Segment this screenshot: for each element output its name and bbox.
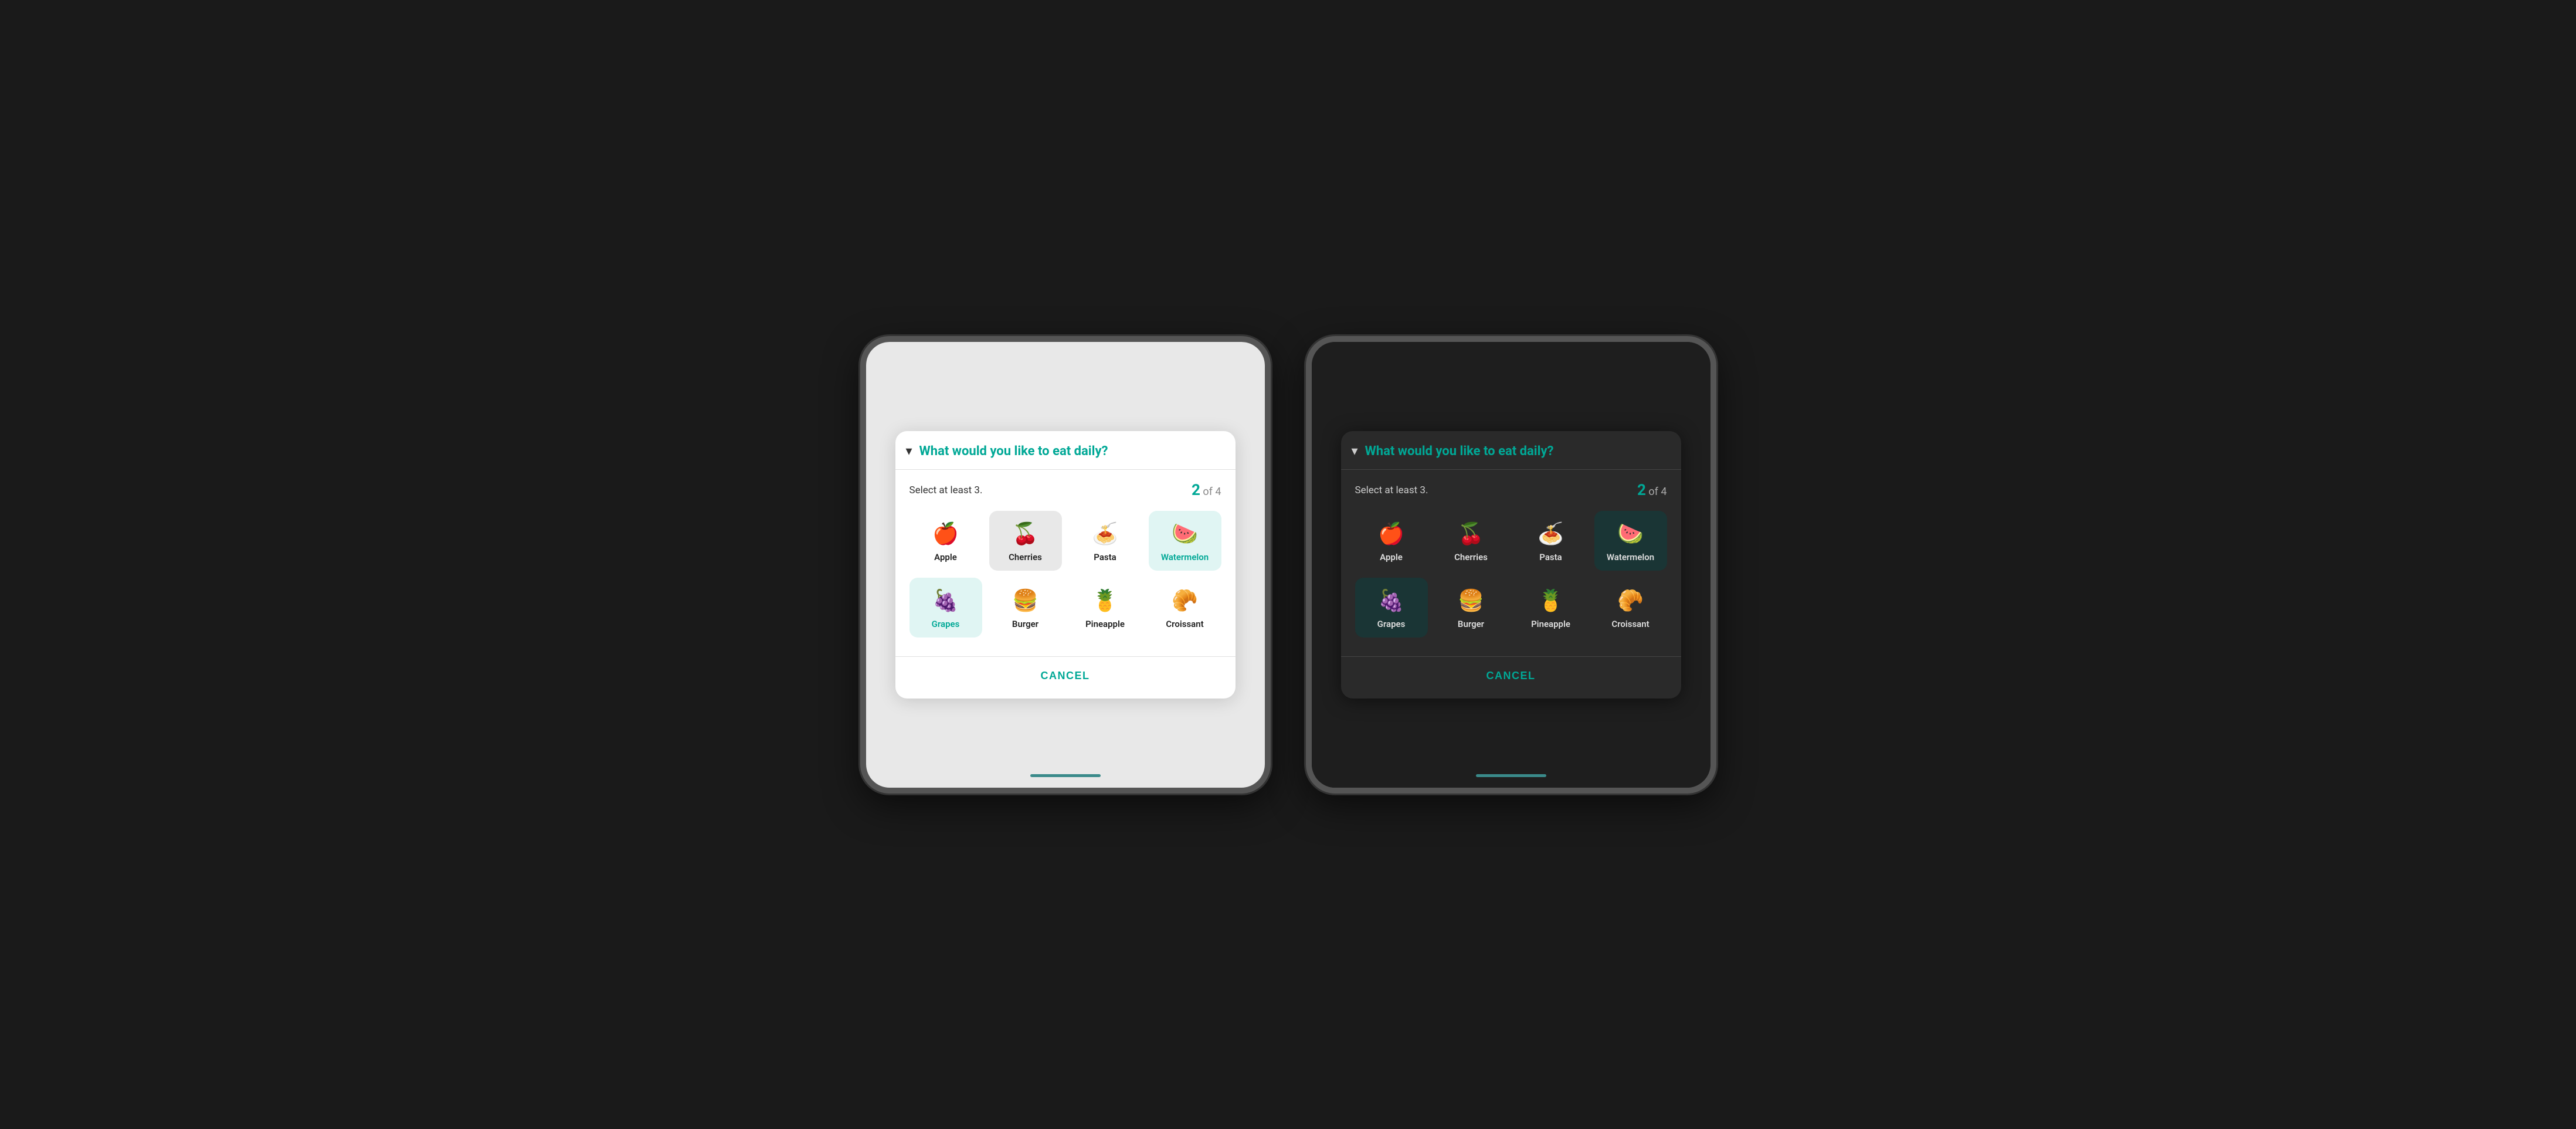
apple-label-dark: Apple [1380, 552, 1403, 562]
pineapple-label-dark: Pineapple [1531, 619, 1570, 629]
dialog-footer-light: CANCEL [895, 656, 1236, 699]
pineapple-label-light: Pineapple [1085, 619, 1125, 629]
grapes-icon-light: 🍇 [932, 588, 959, 613]
watermelon-label-dark: Watermelon [1607, 552, 1654, 562]
apple-icon-dark: 🍎 [1378, 521, 1404, 546]
food-item-watermelon-dark[interactable]: 🍉 Watermelon [1594, 511, 1667, 571]
burger-icon-dark: 🍔 [1458, 588, 1484, 613]
light-dialog: ▾ What would you like to eat daily? Sele… [895, 431, 1236, 699]
dark-phone-frame: ▾ What would you like to eat daily? Sele… [1306, 336, 1716, 794]
food-item-burger-light[interactable]: 🍔 Burger [989, 578, 1062, 638]
pasta-label-light: Pasta [1094, 552, 1116, 562]
selection-info-light: Select at least 3. 2 of 4 [909, 482, 1221, 499]
food-item-pineapple-dark[interactable]: 🍍 Pineapple [1515, 578, 1587, 638]
food-grid-light: 🍎 Apple 🍒 Cherries 🍝 Pasta [909, 511, 1221, 638]
food-item-pineapple-light[interactable]: 🍍 Pineapple [1069, 578, 1142, 638]
food-item-croissant-light[interactable]: 🥐 Croissant [1149, 578, 1221, 638]
dialog-header-light: ▾ What would you like to eat daily? [895, 431, 1236, 469]
food-item-watermelon-light[interactable]: 🍉 Watermelon [1149, 511, 1221, 571]
light-phone-frame: ▾ What would you like to eat daily? Sele… [860, 336, 1271, 794]
selection-hint-light: Select at least 3. [909, 484, 983, 496]
grapes-label-light: Grapes [932, 619, 960, 629]
apple-label-light: Apple [934, 552, 957, 562]
dark-phone-screen: ▾ What would you like to eat daily? Sele… [1312, 342, 1710, 788]
chevron-down-icon[interactable]: ▾ [906, 444, 912, 459]
burger-label-dark: Burger [1458, 619, 1484, 629]
croissant-label-light: Croissant [1166, 619, 1203, 629]
pineapple-icon-dark: 🍍 [1538, 588, 1564, 613]
cherries-label-light: Cherries [1009, 552, 1042, 562]
burger-label-light: Burger [1012, 619, 1038, 629]
selection-count-dark: 2 of 4 [1637, 482, 1667, 499]
light-phone-screen: ▾ What would you like to eat daily? Sele… [866, 342, 1265, 788]
food-item-cherries-light[interactable]: 🍒 Cherries [989, 511, 1062, 571]
food-item-pasta-light[interactable]: 🍝 Pasta [1069, 511, 1142, 571]
dark-dialog: ▾ What would you like to eat daily? Sele… [1341, 431, 1681, 699]
food-item-croissant-dark[interactable]: 🥐 Croissant [1594, 578, 1667, 638]
count-of-dark: of 4 [1646, 486, 1667, 498]
selection-info-dark: Select at least 3. 2 of 4 [1355, 482, 1667, 499]
dialog-header-dark: ▾ What would you like to eat daily? [1341, 431, 1681, 469]
food-item-grapes-dark[interactable]: 🍇 Grapes [1355, 578, 1428, 638]
food-item-burger-dark[interactable]: 🍔 Burger [1435, 578, 1508, 638]
cancel-button-light[interactable]: CANCEL [1027, 665, 1104, 687]
dialog-title-light: What would you like to eat daily? [919, 444, 1108, 459]
burger-icon-light: 🍔 [1012, 588, 1038, 613]
count-number-light: 2 [1192, 482, 1200, 499]
food-item-cherries-dark[interactable]: 🍒 Cherries [1435, 511, 1508, 571]
dialog-body-light: Select at least 3. 2 of 4 🍎 Apple [895, 470, 1236, 653]
food-item-apple-dark[interactable]: 🍎 Apple [1355, 511, 1428, 571]
dark-phone: ▾ What would you like to eat daily? Sele… [1306, 336, 1716, 794]
watermelon-icon-dark: 🍉 [1617, 521, 1644, 546]
croissant-label-dark: Croissant [1611, 619, 1649, 629]
dialog-footer-dark: CANCEL [1341, 656, 1681, 699]
dialog-title-dark: What would you like to eat daily? [1365, 444, 1554, 459]
food-grid-dark: 🍎 Apple 🍒 Cherries 🍝 Pasta [1355, 511, 1667, 638]
light-phone: ▾ What would you like to eat daily? Sele… [860, 336, 1271, 794]
croissant-icon-dark: 🥐 [1617, 588, 1644, 613]
grapes-label-dark: Grapes [1377, 619, 1406, 629]
pasta-label-dark: Pasta [1539, 552, 1562, 562]
croissant-icon-light: 🥐 [1172, 588, 1198, 613]
cherries-icon-dark: 🍒 [1458, 521, 1484, 546]
dialog-body-dark: Select at least 3. 2 of 4 🍎 Apple [1341, 470, 1681, 653]
food-item-apple-light[interactable]: 🍎 Apple [909, 511, 982, 571]
cancel-button-dark[interactable]: CANCEL [1472, 665, 1550, 687]
selection-hint-dark: Select at least 3. [1355, 484, 1428, 496]
food-item-pasta-dark[interactable]: 🍝 Pasta [1515, 511, 1587, 571]
watermelon-label-light: Watermelon [1161, 552, 1209, 562]
cherries-icon-light: 🍒 [1012, 521, 1038, 546]
grapes-icon-dark: 🍇 [1378, 588, 1404, 613]
selection-count-light: 2 of 4 [1192, 482, 1221, 499]
chevron-down-icon-dark[interactable]: ▾ [1352, 444, 1358, 459]
watermelon-icon-light: 🍉 [1172, 521, 1198, 546]
cherries-label-dark: Cherries [1454, 552, 1488, 562]
food-item-grapes-light[interactable]: 🍇 Grapes [909, 578, 982, 638]
apple-icon-light: 🍎 [932, 521, 959, 546]
pasta-icon-light: 🍝 [1092, 521, 1118, 546]
count-of-light: of 4 [1200, 486, 1221, 498]
pineapple-icon-light: 🍍 [1092, 588, 1118, 613]
pasta-icon-dark: 🍝 [1538, 521, 1564, 546]
count-number-dark: 2 [1637, 482, 1646, 499]
